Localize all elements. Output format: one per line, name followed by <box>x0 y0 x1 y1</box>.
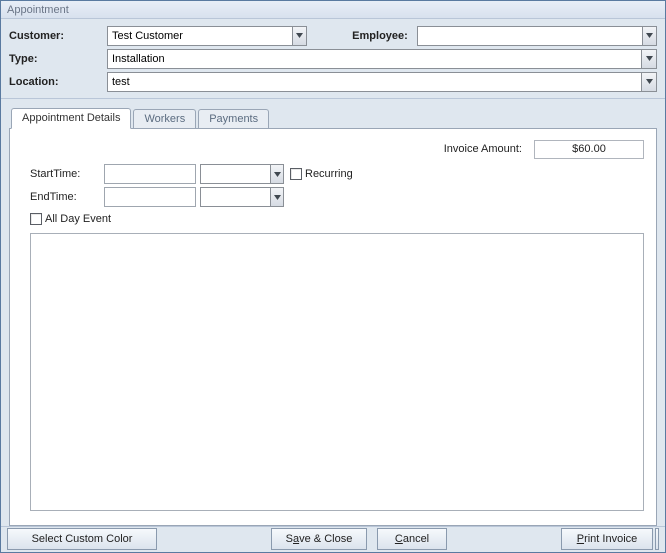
start-time-input[interactable] <box>201 165 270 183</box>
type-drop-icon[interactable] <box>641 50 656 68</box>
cancel-button[interactable]: Cancel <box>377 528 447 550</box>
end-time-drop-icon[interactable] <box>270 188 283 206</box>
type-label: Type: <box>9 53 107 65</box>
customer-input[interactable] <box>108 27 292 45</box>
invoice-amount-value[interactable]: $60.00 <box>534 140 644 159</box>
tab-appointment-details[interactable]: Appointment Details <box>11 108 131 129</box>
end-date-input[interactable] <box>104 187 196 207</box>
employee-drop-icon[interactable] <box>642 27 656 45</box>
select-custom-color-button[interactable]: Select Custom Color <box>7 528 157 550</box>
start-time-label: StartTime: <box>30 168 104 180</box>
tabstrip: Appointment Details Workers Payments <box>11 107 657 128</box>
customer-drop-icon[interactable] <box>292 27 306 45</box>
print-invoice-button[interactable]: Print Invoice <box>561 528 653 550</box>
location-input[interactable] <box>108 73 641 91</box>
recurring-label: Recurring <box>305 168 353 180</box>
customer-combo[interactable] <box>107 26 307 46</box>
start-time-drop-icon[interactable] <box>270 165 283 183</box>
start-date-input[interactable] <box>104 164 196 184</box>
save-close-button[interactable]: Save & Close <box>271 528 367 550</box>
right-edge-stub <box>655 528 659 550</box>
location-combo[interactable] <box>107 72 657 92</box>
tab-payments[interactable]: Payments <box>198 109 269 129</box>
end-time-input[interactable] <box>201 188 270 206</box>
end-time-combo[interactable] <box>200 187 284 207</box>
tab-area: Appointment Details Workers Payments Inv… <box>1 99 665 526</box>
header-panel: Customer: Employee: Type: <box>1 19 665 99</box>
employee-combo[interactable] <box>417 26 657 46</box>
start-time-combo[interactable] <box>200 164 284 184</box>
all-day-label: All Day Event <box>45 213 111 225</box>
all-day-checkbox[interactable] <box>30 213 42 225</box>
type-input[interactable] <box>108 50 641 68</box>
invoice-amount-label: Invoice Amount: <box>444 143 526 155</box>
employee-label: Employee: <box>347 30 417 42</box>
button-bar: Select Custom Color Save & Close Cancel … <box>1 526 665 552</box>
tab-workers[interactable]: Workers <box>133 109 196 129</box>
select-custom-color-label: Select Custom Color <box>32 533 133 545</box>
notes-textarea[interactable] <box>30 233 644 511</box>
titlebar: Appointment <box>1 1 665 19</box>
type-combo[interactable] <box>107 49 657 69</box>
location-drop-icon[interactable] <box>641 73 656 91</box>
employee-input[interactable] <box>418 27 642 45</box>
appointment-window: Appointment Customer: Employee: Type: <box>0 0 666 553</box>
end-time-label: EndTime: <box>30 191 104 203</box>
window-title: Appointment <box>7 4 69 16</box>
customer-label: Customer: <box>9 30 107 42</box>
location-label: Location: <box>9 76 107 88</box>
recurring-checkbox[interactable] <box>290 168 302 180</box>
details-tab-body: Invoice Amount: $60.00 StartTime: Recurr… <box>9 128 657 526</box>
